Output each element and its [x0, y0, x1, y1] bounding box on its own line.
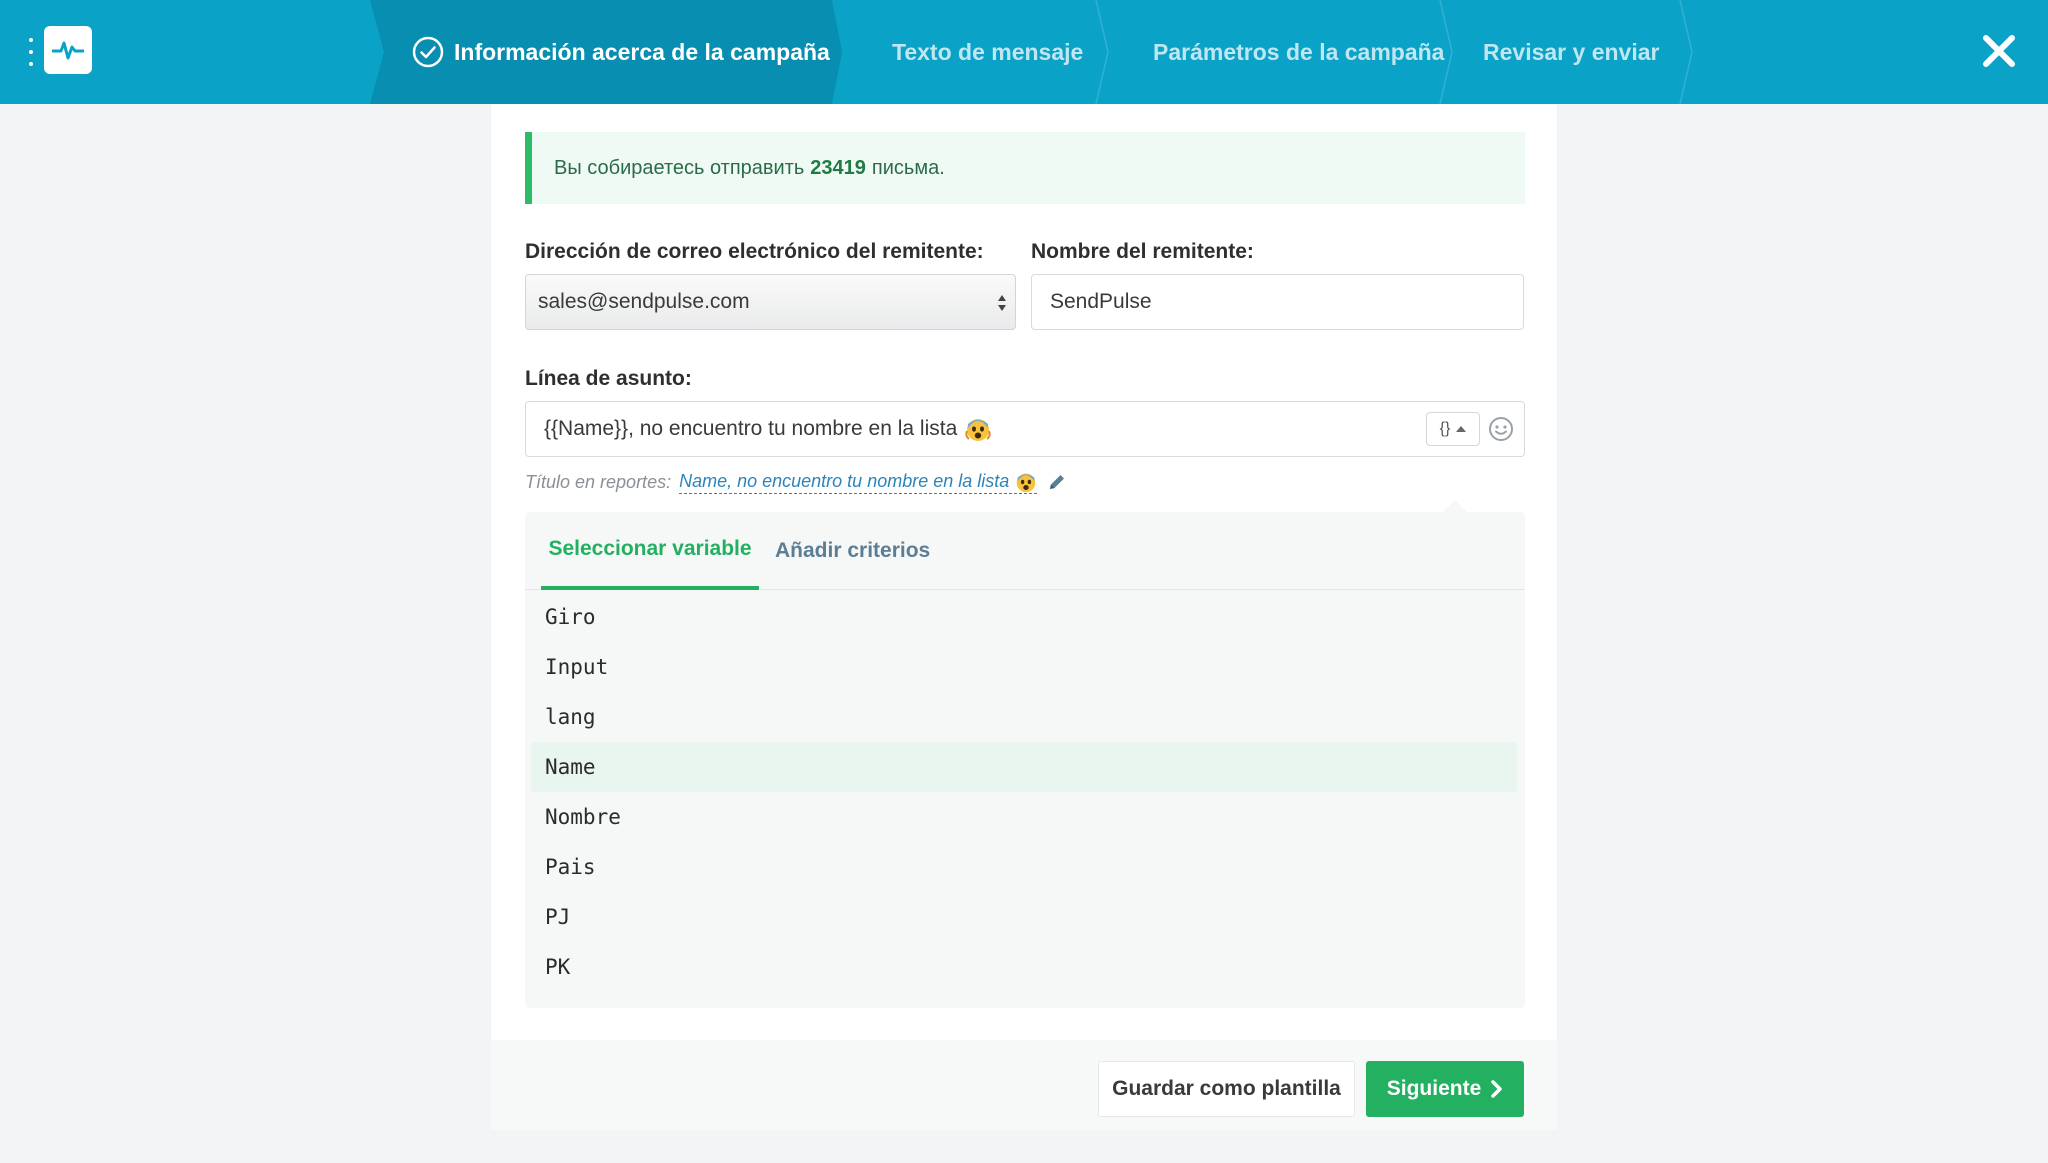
sender-name-label: Nombre del remitente:	[1031, 240, 1254, 263]
fearful-face-emoji-icon	[1016, 473, 1036, 492]
vertical-dots-icon[interactable]	[28, 38, 34, 66]
tab-select-variable[interactable]: Seleccionar variable	[541, 512, 759, 590]
sender-email-label: Dirección de correo electrónico del remi…	[525, 240, 984, 263]
subject-input[interactable]: {{Name}}, no encuentro tu nombre en la l…	[525, 401, 1525, 457]
step-label: Parámetros de la campaña	[1153, 38, 1445, 65]
step-label: Información acerca de la campaña	[454, 38, 830, 65]
braces-icon: {}	[1439, 420, 1451, 437]
report-title-row: Título en reportes: Name, no encuentro t…	[525, 468, 1067, 496]
sender-name-input[interactable]: SendPulse	[1031, 274, 1524, 330]
variable-item[interactable]: PJ	[531, 892, 1517, 942]
recipients-alert: Вы собираетесь отправить 23419 письма.	[525, 132, 1525, 204]
variables-tabs: Seleccionar variable Añadir criterios	[525, 512, 1525, 590]
alert-text: Вы собираетесь отправить	[554, 156, 805, 179]
step-label: Texto de mensaje	[892, 38, 1084, 65]
close-icon[interactable]	[1980, 32, 2018, 70]
variable-item[interactable]: lang	[531, 692, 1517, 742]
variable-list[interactable]: Giro Input lang Name Nombre Pais PJ PK P…	[531, 592, 1517, 992]
variable-item[interactable]: Giro	[531, 592, 1517, 642]
step-message-text[interactable]: Texto de mensaje	[842, 0, 1109, 104]
variable-item[interactable]: PK	[531, 942, 1517, 992]
variable-item[interactable]: Pais	[531, 842, 1517, 892]
next-button[interactable]: Siguiente	[1366, 1061, 1524, 1117]
panel-notch	[1443, 500, 1467, 512]
variable-item[interactable]: Input	[531, 642, 1517, 692]
variable-item[interactable]: Nombre	[531, 792, 1517, 842]
step-label: Revisar y enviar	[1483, 38, 1660, 65]
caret-up-icon	[1456, 426, 1467, 432]
step-separator	[1679, 0, 1693, 104]
pencil-icon[interactable]	[1047, 472, 1067, 492]
check-circle-icon	[412, 36, 444, 68]
alert-text-end: письма.	[871, 156, 945, 179]
sender-name-value: SendPulse	[1050, 290, 1152, 313]
report-title-link[interactable]: Name, no encuentro tu nombre en la lista	[679, 471, 1038, 494]
variable-item-highlighted[interactable]: Name	[531, 742, 1517, 792]
emoji-picker-icon[interactable]	[1488, 416, 1514, 442]
step-campaign-params[interactable]: Parámetros de la campaña	[1097, 0, 1453, 104]
report-title-value: Name, no encuentro tu nombre en la lista	[679, 471, 1010, 491]
step-review-send[interactable]: Revisar y enviar	[1441, 0, 1693, 104]
select-arrows-icon	[998, 295, 1006, 311]
top-bar: Información acerca de la campaña Texto d…	[0, 0, 2048, 104]
chevron-right-icon	[1491, 1080, 1502, 1098]
sender-email-value: sales@sendpulse.com	[538, 290, 750, 313]
sender-email-select[interactable]: sales@sendpulse.com	[525, 274, 1016, 330]
next-button-label: Siguiente	[1386, 1077, 1482, 1100]
save-as-template-button[interactable]: Guardar como plantilla	[1098, 1061, 1355, 1117]
step-campaign-info[interactable]: Información acerca de la campaña	[370, 0, 842, 104]
tab-add-criteria[interactable]: Añadir criterios	[775, 512, 930, 590]
campaign-form-card: Вы собираетесь отправить 23419 письма. D…	[491, 104, 1557, 1040]
alert-count: 23419	[810, 156, 866, 179]
insert-variable-toggle[interactable]: {}	[1426, 412, 1480, 446]
fearful-face-emoji-icon	[965, 419, 991, 441]
wizard-steps: Información acerca de la campaña Texto d…	[370, 0, 1693, 104]
report-title-label: Título en reportes:	[525, 471, 672, 492]
form-footer: Guardar como plantilla Siguiente	[491, 1040, 1557, 1130]
subject-label: Línea de asunto:	[525, 367, 692, 390]
pulse-logo-icon[interactable]	[44, 26, 92, 74]
subject-value: {{Name}}, no encuentro tu nombre en la l…	[544, 417, 958, 440]
variables-panel: Seleccionar variable Añadir criterios Gi…	[525, 500, 1525, 1008]
